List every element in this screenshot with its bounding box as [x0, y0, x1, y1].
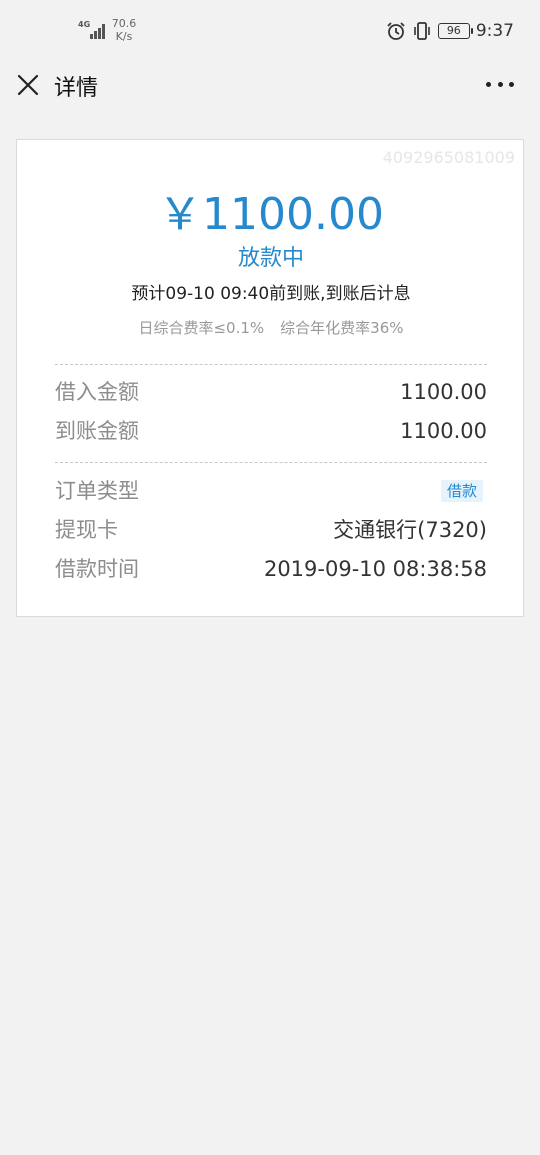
vibrate-icon: [414, 22, 430, 40]
network-speed-value: 70.6: [111, 17, 137, 30]
signal-icon: [90, 24, 105, 39]
loan-time-value: 2019-09-10 08:38:58: [263, 557, 487, 581]
loan-detail-card: 4092965081009 ￥1100.00 放款中 预计09-10 09:40…: [16, 139, 524, 617]
network-speed: 70.6 K/s: [110, 17, 138, 43]
more-dot: [509, 81, 514, 87]
arrival-estimate: 预计09-10 09:40前到账,到账后计息: [131, 284, 411, 304]
order-type-label: 订单类型: [55, 479, 139, 503]
annual-rate: 综合年化费率36%: [280, 319, 404, 337]
withdraw-card-row: 提现卡 交通银行(7320): [55, 514, 487, 546]
loan-status: 放款中: [237, 246, 304, 271]
status-right: 96 9:37: [386, 19, 514, 43]
order-number: 4092965081009: [382, 148, 515, 167]
loan-time-label: 借款时间: [55, 557, 139, 581]
divider: [55, 364, 487, 365]
clock: 9:37: [475, 21, 514, 41]
status-bar: 4G 70.6 K/s 96 9:37: [0, 0, 540, 62]
divider: [55, 462, 487, 463]
battery-icon: 96: [437, 23, 473, 39]
received-amount-row: 到账金额 1100.00: [55, 415, 487, 447]
borrow-amount-row: 借入金额 1100.00: [55, 376, 487, 408]
close-icon[interactable]: [14, 71, 42, 99]
loan-amount: ￥1100.00: [158, 189, 384, 240]
received-amount-label: 到账金额: [55, 419, 139, 443]
page-title: 详情: [54, 76, 99, 101]
navbar: 详情: [0, 62, 540, 114]
rate-info: 日综合费率≤0.1% 综合年化费率36%: [17, 317, 525, 338]
alarm-icon: [387, 22, 405, 40]
more-dot: [486, 81, 491, 87]
received-amount-value: 1100.00: [400, 419, 487, 443]
withdraw-card-label: 提现卡: [55, 518, 118, 542]
loan-time-row: 借款时间 2019-09-10 08:38:58: [55, 553, 487, 585]
more-icon[interactable]: [486, 76, 514, 92]
network-speed-unit: K/s: [115, 30, 133, 43]
order-type-badge: 借款: [440, 480, 483, 502]
borrow-amount-value: 1100.00: [400, 380, 487, 404]
withdraw-card-value: 交通银行(7320): [333, 518, 487, 542]
more-dot: [497, 81, 503, 87]
daily-rate: 日综合费率≤0.1%: [138, 319, 265, 337]
order-type-row: 订单类型 借款: [55, 475, 487, 507]
borrow-amount-label: 借入金额: [55, 380, 139, 404]
